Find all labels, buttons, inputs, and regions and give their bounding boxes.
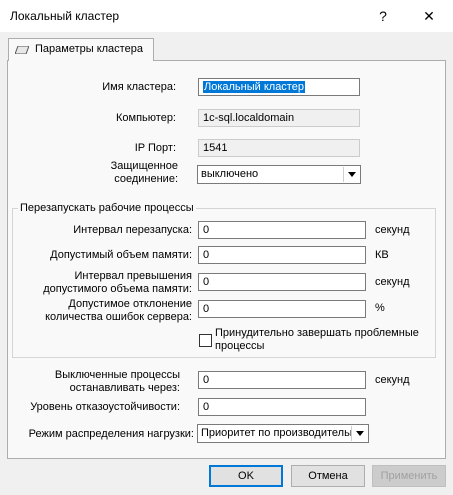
load-balancing-value: Приоритет по производительности bbox=[201, 427, 351, 439]
ip-port-label: IP Порт: bbox=[134, 142, 176, 154]
force-terminate-checkbox[interactable] bbox=[199, 334, 212, 347]
memory-exceed-interval-unit: секунд bbox=[375, 276, 410, 288]
ok-button[interactable]: OK bbox=[209, 465, 283, 487]
secure-connection-select[interactable]: выключено bbox=[197, 165, 361, 184]
close-button[interactable]: ✕ bbox=[419, 6, 439, 26]
restart-interval-input[interactable]: 0 bbox=[198, 221, 366, 239]
fault-tolerance-input[interactable]: 0 bbox=[198, 398, 366, 416]
apply-button[interactable]: Применить bbox=[372, 465, 446, 487]
error-deviation-unit: % bbox=[375, 302, 385, 314]
computer-label: Компьютер: bbox=[116, 112, 176, 124]
memory-exceed-interval-label-line1: Интервал превышения bbox=[74, 270, 192, 282]
restart-interval-label: Интервал перезапуска: bbox=[73, 224, 192, 236]
error-deviation-label-line2: количества ошибок сервера: bbox=[45, 311, 192, 323]
cluster-name-label: Имя кластера: bbox=[102, 81, 176, 93]
force-terminate-label-line1: Принудительно завершать проблемные bbox=[215, 327, 419, 339]
memory-exceed-interval-label-line2: допустимого объема памяти: bbox=[43, 283, 192, 295]
cluster-icon bbox=[14, 45, 30, 55]
secure-connection-value: выключено bbox=[201, 168, 259, 180]
disabled-stop-input[interactable]: 0 bbox=[198, 371, 366, 389]
disabled-stop-label: Выключенные процессы останавливать через… bbox=[20, 369, 180, 395]
load-balancing-label: Режим распределения нагрузки: bbox=[28, 428, 194, 440]
disabled-stop-label-line2: останавливать через: bbox=[69, 382, 180, 394]
restart-processes-group-title: Перезапускать рабочие процессы bbox=[18, 202, 196, 214]
fault-tolerance-label: Уровень отказоустойчивости: bbox=[30, 401, 180, 413]
force-terminate-label-line2: процессы bbox=[215, 340, 265, 352]
memory-exceed-interval-label: Интервал превышения допустимого объема п… bbox=[20, 270, 192, 296]
tab-cluster-parameters[interactable]: Параметры кластера bbox=[8, 38, 154, 61]
memory-exceed-interval-input[interactable]: 0 bbox=[198, 273, 366, 291]
error-deviation-label: Допустимое отклонение количества ошибок … bbox=[20, 298, 192, 324]
error-deviation-input[interactable]: 0 bbox=[198, 300, 366, 318]
secure-connection-label-line2: соединение: bbox=[114, 173, 178, 185]
cancel-button[interactable]: Отмена bbox=[291, 465, 365, 487]
disabled-stop-label-line1: Выключенные процессы bbox=[54, 369, 180, 381]
memory-allowed-label: Допустимый объем памяти: bbox=[50, 249, 192, 261]
cluster-name-value: Локальный кластер bbox=[203, 81, 305, 93]
window-title: Локальный кластер bbox=[10, 9, 120, 23]
restart-interval-unit: секунд bbox=[375, 224, 410, 236]
cluster-name-input[interactable]: Локальный кластер bbox=[198, 78, 360, 96]
secure-connection-label: Защищенное соединение: bbox=[60, 160, 178, 186]
load-balancing-select[interactable]: Приоритет по производительности bbox=[197, 424, 369, 443]
error-deviation-label-line1: Допустимое отклонение bbox=[68, 298, 192, 310]
chevron-down-icon[interactable] bbox=[351, 426, 367, 441]
tab-label: Параметры кластера bbox=[35, 43, 143, 55]
disabled-stop-unit: секунд bbox=[375, 374, 410, 386]
computer-field: 1c-sql.localdomain bbox=[198, 109, 360, 127]
secure-connection-label-line1: Защищенное bbox=[110, 160, 178, 172]
memory-allowed-unit: КВ bbox=[375, 249, 389, 261]
force-terminate-label[interactable]: Принудительно завершать проблемные проце… bbox=[215, 327, 419, 353]
chevron-down-icon[interactable] bbox=[343, 167, 359, 182]
ip-port-field: 1541 bbox=[198, 139, 360, 157]
memory-allowed-input[interactable]: 0 bbox=[198, 246, 366, 264]
help-button[interactable]: ? bbox=[373, 6, 393, 26]
